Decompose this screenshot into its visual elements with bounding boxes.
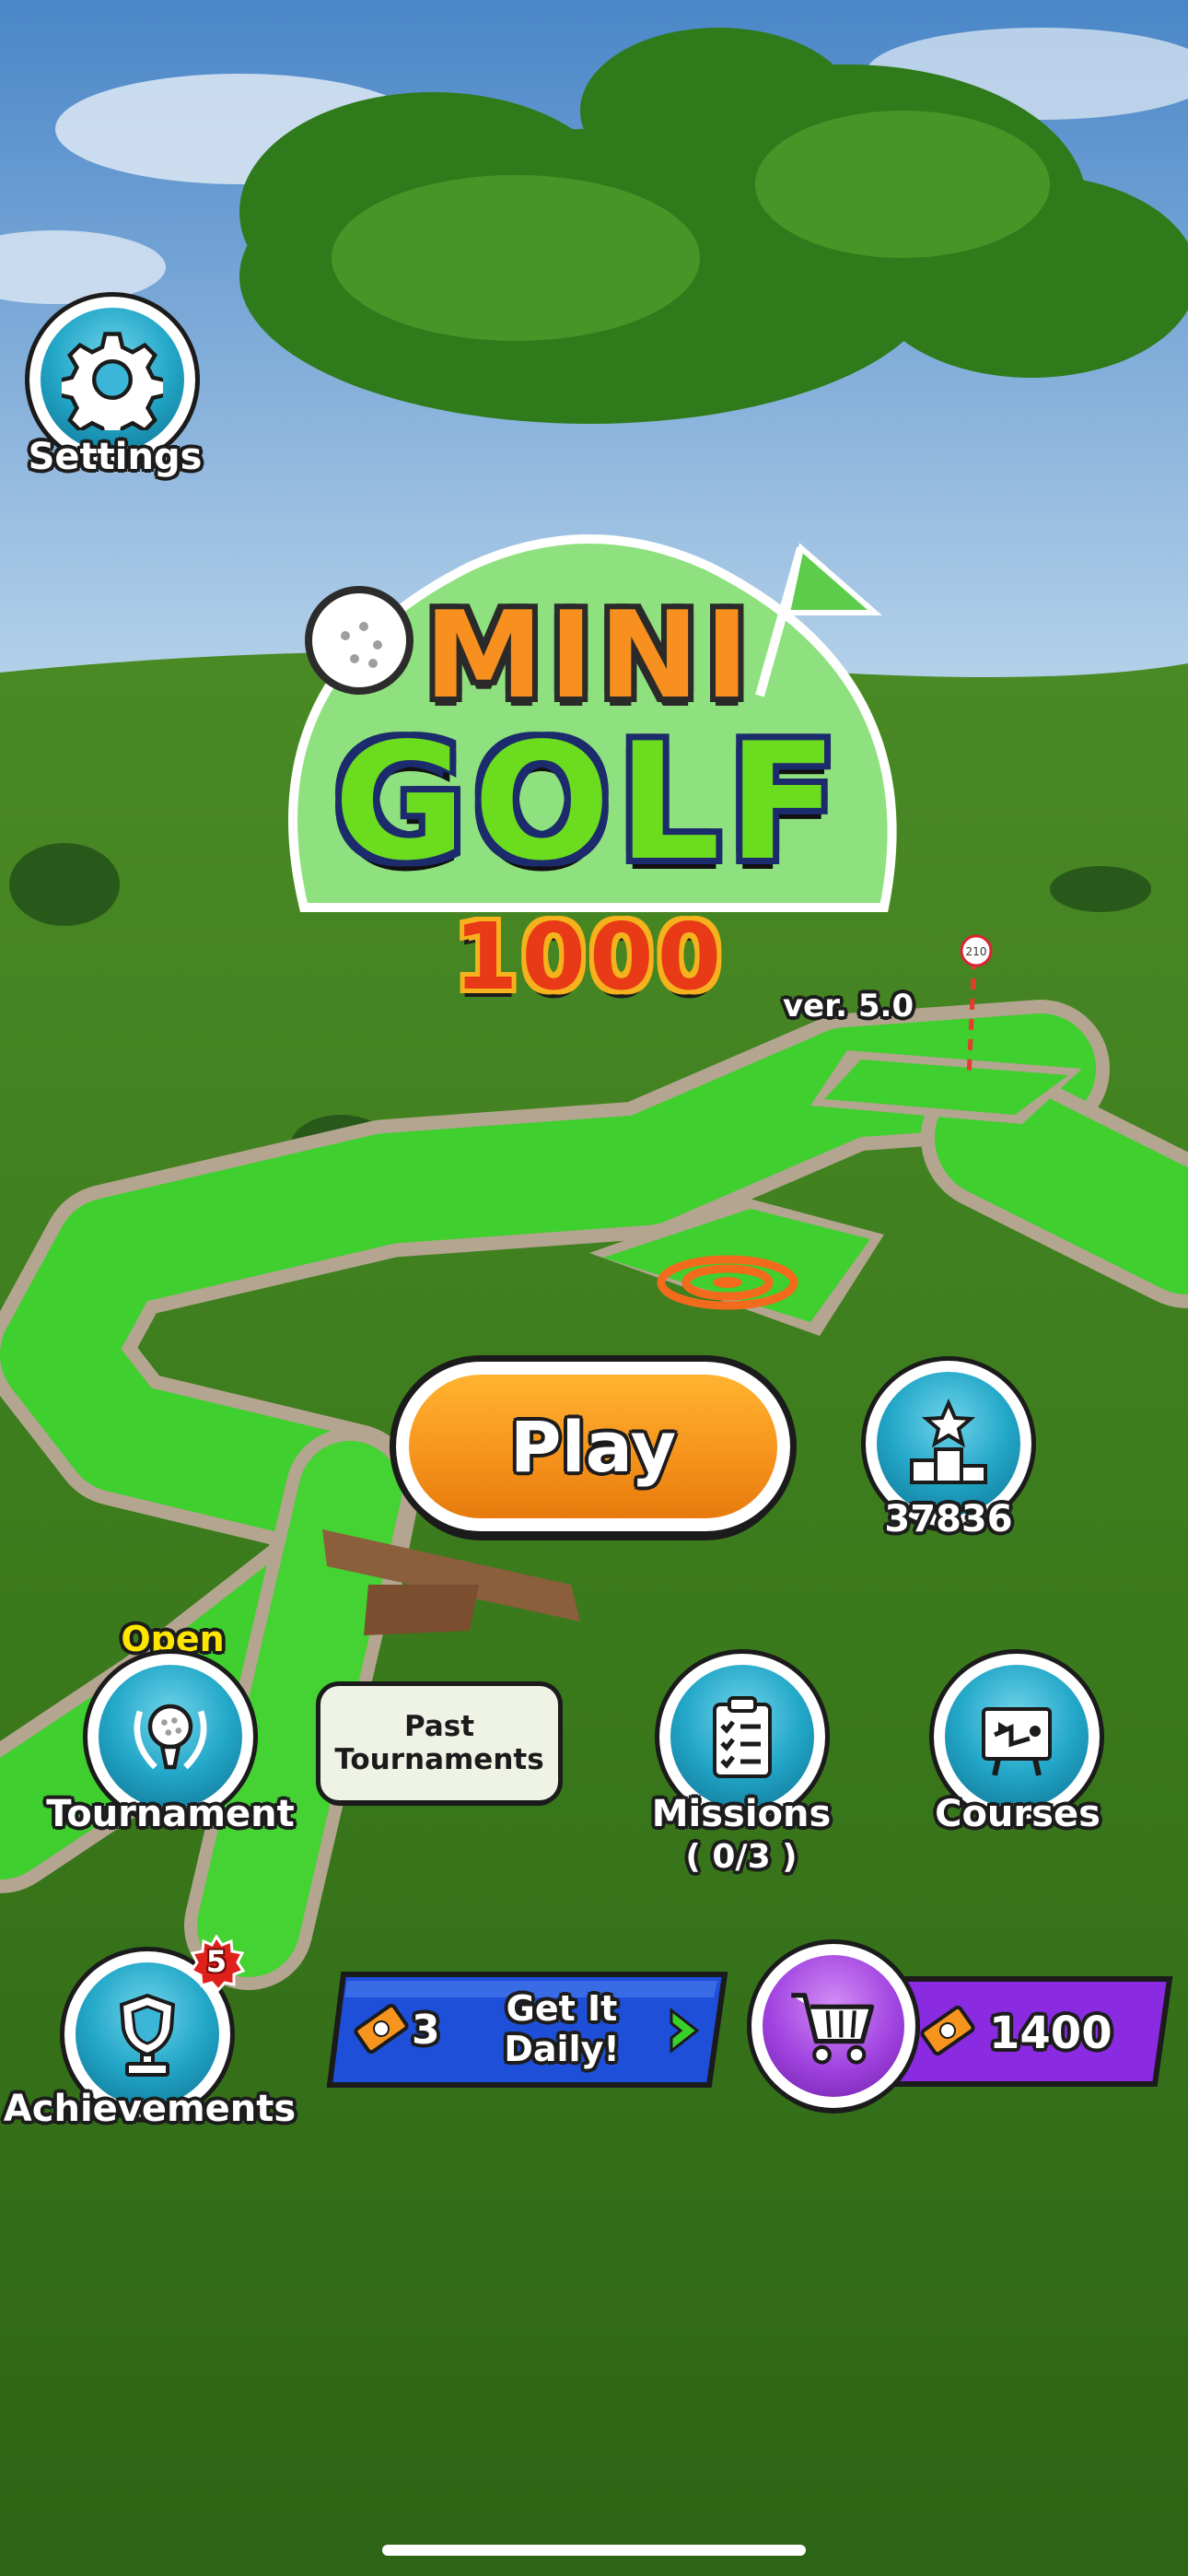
missions-label: Missions xyxy=(651,1793,832,1835)
podium-icon xyxy=(910,1399,987,1484)
achievements-label: Achievements xyxy=(3,2088,297,2130)
daily-ticket-count: 3 xyxy=(412,2007,440,2054)
golf-trophy-icon xyxy=(134,1704,207,1770)
clipboard-icon xyxy=(713,1696,772,1778)
logo-golf: GOLF xyxy=(333,709,845,896)
gear-icon xyxy=(62,332,163,430)
daily-label-line2: Daily! xyxy=(504,2029,620,2069)
courses-label: Courses xyxy=(935,1793,1101,1835)
past-tournaments-line1: Past xyxy=(403,1710,475,1743)
course-board-icon xyxy=(982,1707,1052,1776)
shop-ticket-icon xyxy=(920,2005,975,2056)
flag-number: 210 xyxy=(966,945,987,958)
play-button[interactable]: Play xyxy=(396,1362,790,1531)
game-logo: MINI GOLF 1000 xyxy=(249,511,930,1036)
shop-ticket-count: 1400 xyxy=(989,2008,1112,2059)
shopping-cart-icon xyxy=(791,1993,875,2065)
past-tournaments-button[interactable]: Past Tournaments xyxy=(320,1686,558,1800)
shield-trophy-icon xyxy=(119,1993,176,2077)
achievements-badge: 5 xyxy=(188,1934,246,1993)
tournament-label: Tournament xyxy=(46,1793,295,1835)
chevron-right-icon xyxy=(670,2008,700,2053)
shop-button[interactable] xyxy=(751,1944,915,2108)
play-label: Play xyxy=(509,1405,677,1488)
game-scene: 210 MINI GOLF 1000 ver. 5.0 Settings Pla… xyxy=(0,0,1188,2576)
missions-progress: ( 0/3 ) xyxy=(685,1838,798,1876)
home-indicator[interactable] xyxy=(382,2545,806,2556)
achievements-badge-count: 5 xyxy=(205,1944,227,1979)
ticket-icon xyxy=(354,2003,409,2055)
logo-mini: MINI xyxy=(424,585,755,725)
past-tournaments-line2: Tournaments xyxy=(334,1743,544,1776)
leaderboard-score: 37836 xyxy=(884,1498,1013,1540)
daily-label-line1: Get It xyxy=(506,1988,618,2029)
settings-label: Settings xyxy=(28,436,203,478)
version-label: ver. 5.0 xyxy=(783,988,914,1025)
daily-reward-button[interactable]: 3 Get It Daily! xyxy=(327,1970,728,2090)
